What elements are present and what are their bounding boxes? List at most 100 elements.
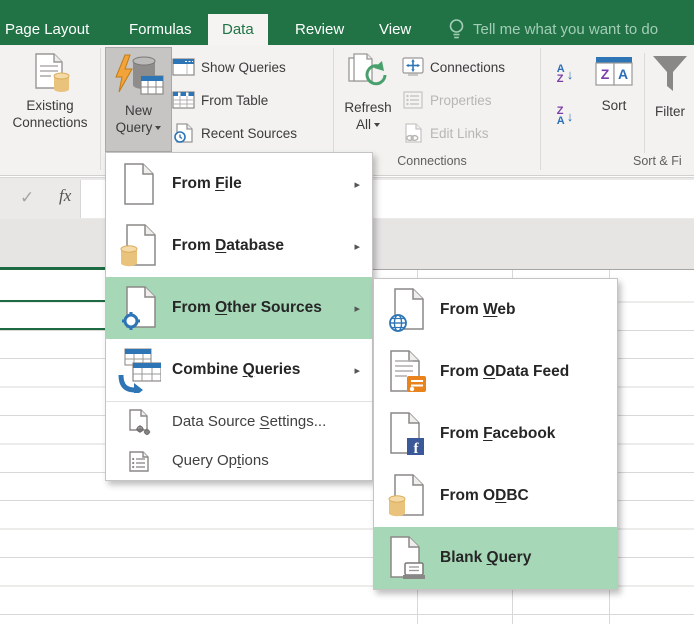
blank-query-document-icon bbox=[374, 535, 440, 581]
filter-button[interactable]: Filter bbox=[646, 47, 694, 152]
filter-icon bbox=[646, 53, 694, 99]
odbc-document-icon bbox=[374, 473, 440, 519]
group-label-connections: Connections bbox=[352, 154, 512, 168]
from-table-button[interactable]: From Table bbox=[172, 86, 268, 114]
insert-function-fx-icon[interactable]: fx bbox=[59, 186, 71, 206]
properties-icon bbox=[402, 91, 424, 109]
dropdown-caret-icon bbox=[155, 126, 161, 130]
existing-connections-label-1: Existing bbox=[2, 97, 98, 114]
from-table-label: From Table bbox=[201, 93, 268, 108]
facebook-document-icon: f bbox=[374, 411, 440, 457]
data-source-settings-icon bbox=[106, 409, 172, 435]
show-queries-button[interactable]: Show Queries bbox=[172, 53, 286, 81]
cell-border-green bbox=[0, 300, 105, 302]
web-document-icon bbox=[374, 287, 440, 333]
existing-connections-label-2: Connections bbox=[2, 114, 98, 131]
excel-window: Page Layout Formulas Data Review View Te… bbox=[0, 0, 694, 624]
menu-item-label: From Web bbox=[440, 301, 516, 319]
sort-desc-arrow-icon: ↓ bbox=[567, 109, 574, 124]
submenu-arrow-icon: ▸ bbox=[354, 364, 360, 377]
new-query-button[interactable]: New Query bbox=[105, 47, 172, 152]
properties-label: Properties bbox=[430, 93, 492, 108]
sort-asc-arrow-icon: ↓ bbox=[567, 67, 574, 82]
enter-check-icon[interactable]: ✓ bbox=[20, 188, 34, 208]
tab-page-layout[interactable]: Page Layout bbox=[3, 14, 91, 45]
connections-icon bbox=[402, 57, 424, 77]
submenu-arrow-icon: ▸ bbox=[354, 240, 360, 253]
tell-me-box[interactable]: Tell me what you want to do bbox=[448, 14, 658, 45]
sort-button[interactable]: Z A Sort bbox=[588, 47, 640, 152]
sort-ascending-button[interactable]: A Z ↓ bbox=[548, 55, 582, 93]
menu-item-from-other-sources[interactable]: From Other Sources ▸ bbox=[106, 277, 372, 339]
recent-sources-label: Recent Sources bbox=[201, 126, 297, 141]
refresh-all-icon bbox=[337, 53, 399, 95]
refresh-all-label-1: Refresh bbox=[337, 99, 399, 116]
file-document-icon bbox=[106, 162, 172, 206]
sort-asc-letter-z: Z bbox=[557, 74, 565, 84]
tab-view[interactable]: View bbox=[377, 14, 413, 45]
sort-descending-button[interactable]: Z A ↓ bbox=[548, 97, 582, 135]
lightbulb-icon bbox=[448, 18, 465, 42]
group-label-sort-filter: Sort & Fi bbox=[626, 154, 694, 168]
existing-connections-button[interactable]: Existing Connections bbox=[2, 47, 98, 152]
menu-item-label: Data Source Settings... bbox=[172, 413, 326, 430]
menu-item-query-options[interactable]: Query Options bbox=[106, 441, 372, 480]
tab-review[interactable]: Review bbox=[293, 14, 346, 45]
menu-item-label: Blank Query bbox=[440, 549, 531, 567]
ribbon-separator bbox=[644, 53, 645, 153]
menu-item-label: From OData Feed bbox=[440, 363, 569, 381]
menu-item-data-source-settings[interactable]: Data Source Settings... bbox=[106, 402, 372, 441]
odata-document-icon bbox=[374, 349, 440, 395]
refresh-all-button[interactable]: Refresh All bbox=[337, 47, 399, 152]
tab-formulas[interactable]: Formulas bbox=[127, 14, 194, 45]
ribbon-tab-bar: Page Layout Formulas Data Review View Te… bbox=[0, 0, 694, 45]
svg-text:A: A bbox=[618, 66, 628, 82]
combine-queries-icon bbox=[106, 347, 172, 393]
new-query-dropdown-menu: From File ▸ From Database ▸ bbox=[105, 152, 373, 481]
show-queries-icon bbox=[172, 58, 195, 76]
edit-links-label: Edit Links bbox=[430, 126, 489, 141]
edit-links-button: Edit Links bbox=[402, 119, 489, 147]
dropdown-caret-icon bbox=[374, 123, 380, 127]
submenu-arrow-icon: ▸ bbox=[354, 302, 360, 315]
menu-item-label: From Facebook bbox=[440, 425, 555, 443]
connections-button[interactable]: Connections bbox=[402, 53, 505, 81]
menu-item-label: From Database bbox=[172, 237, 284, 255]
show-queries-label: Show Queries bbox=[201, 60, 286, 75]
submenu-item-blank-query[interactable]: Blank Query bbox=[374, 527, 617, 589]
menu-item-from-file[interactable]: From File ▸ bbox=[106, 153, 372, 215]
submenu-item-from-odata-feed[interactable]: From OData Feed bbox=[374, 341, 617, 403]
menu-item-combine-queries[interactable]: Combine Queries ▸ bbox=[106, 339, 372, 401]
recent-sources-icon bbox=[172, 123, 195, 143]
menu-item-label: From Other Sources bbox=[172, 299, 322, 317]
edit-links-icon bbox=[402, 123, 424, 143]
properties-button: Properties bbox=[402, 86, 492, 114]
sort-icon: Z A bbox=[588, 53, 640, 93]
database-document-icon bbox=[106, 223, 172, 269]
existing-connections-icon bbox=[2, 53, 98, 93]
refresh-all-label-2: All bbox=[356, 117, 371, 132]
new-query-label-1: New bbox=[106, 102, 171, 119]
menu-item-label: Combine Queries bbox=[172, 361, 300, 379]
other-sources-document-icon bbox=[106, 285, 172, 331]
menu-item-label: Query Options bbox=[172, 452, 269, 469]
sort-label: Sort bbox=[588, 97, 640, 114]
cell-border-green bbox=[0, 328, 105, 330]
connections-label: Connections bbox=[430, 60, 505, 75]
submenu-item-from-facebook[interactable]: f From Facebook bbox=[374, 403, 617, 465]
ribbon-separator bbox=[540, 48, 541, 170]
recent-sources-button[interactable]: Recent Sources bbox=[172, 119, 297, 147]
selected-column-underline bbox=[0, 267, 105, 270]
menu-item-from-database[interactable]: From Database ▸ bbox=[106, 215, 372, 277]
from-table-icon bbox=[172, 91, 195, 109]
submenu-item-from-odbc[interactable]: From ODBC bbox=[374, 465, 617, 527]
menu-item-label: From File bbox=[172, 175, 242, 193]
new-query-label-2: Query bbox=[116, 120, 153, 135]
new-query-icon bbox=[106, 54, 171, 98]
sort-desc-letter-a: A bbox=[557, 116, 565, 126]
query-options-icon bbox=[106, 449, 172, 473]
tell-me-label: Tell me what you want to do bbox=[473, 14, 658, 45]
tab-data[interactable]: Data bbox=[208, 14, 268, 45]
ribbon-separator bbox=[100, 48, 101, 170]
submenu-item-from-web[interactable]: From Web bbox=[374, 279, 617, 341]
